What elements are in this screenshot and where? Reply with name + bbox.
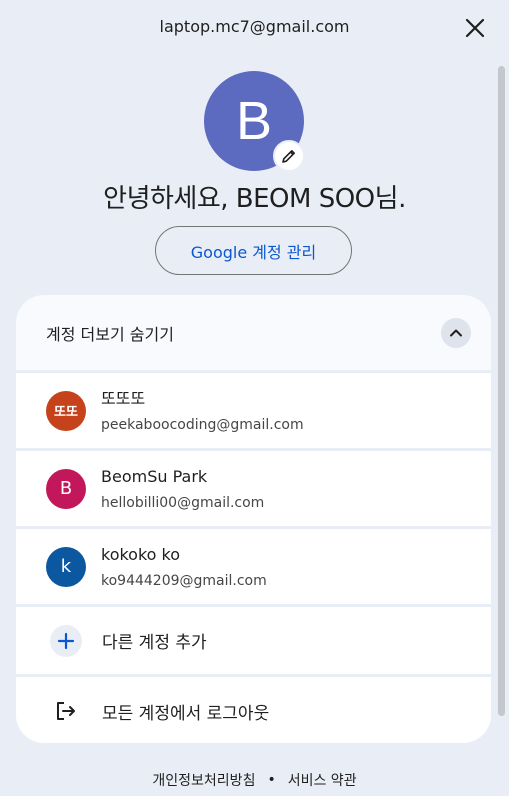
close-icon bbox=[465, 18, 485, 38]
pencil-icon bbox=[282, 150, 295, 163]
account-row[interactable]: B BeomSu Park hellobilli00@gmail.com bbox=[16, 451, 491, 526]
privacy-policy-link[interactable]: 개인정보처리방침 bbox=[152, 770, 255, 790]
scrollbar[interactable] bbox=[498, 66, 505, 716]
edit-photo-button[interactable] bbox=[273, 140, 305, 172]
sign-out-all-button[interactable]: 모든 계정에서 로그아웃 bbox=[16, 677, 491, 743]
account-email: laptop.mc7@gmail.com bbox=[159, 17, 350, 36]
close-button[interactable] bbox=[461, 14, 489, 42]
terms-link[interactable]: 서비스 약관 bbox=[288, 770, 357, 790]
footer: 개인정보처리방침 • 서비스 약관 bbox=[0, 770, 509, 790]
footer-separator: • bbox=[267, 772, 276, 788]
accounts-panel: 계정 더보기 숨기기 또또 또또또 peekaboocoding@gmail.c… bbox=[16, 295, 491, 743]
accounts-toggle[interactable]: 계정 더보기 숨기기 bbox=[16, 295, 491, 370]
add-account-button[interactable]: 다른 계정 추가 bbox=[16, 607, 491, 674]
accounts-toggle-label: 계정 더보기 숨기기 bbox=[46, 324, 174, 344]
add-icon-wrap bbox=[50, 624, 82, 657]
sign-out-label: 모든 계정에서 로그아웃 bbox=[102, 703, 270, 724]
account-email: hellobilli00@gmail.com bbox=[101, 494, 265, 511]
account-avatar: k bbox=[46, 546, 86, 587]
logout-icon-wrap bbox=[50, 695, 82, 727]
account-row[interactable]: 또또 또또또 peekaboocoding@gmail.com bbox=[16, 373, 491, 448]
logout-icon bbox=[57, 702, 75, 720]
plus-icon bbox=[57, 632, 75, 649]
manage-account-button[interactable]: Google 계정 관리 bbox=[155, 226, 352, 275]
account-email: peekaboocoding@gmail.com bbox=[101, 416, 304, 433]
add-account-label: 다른 계정 추가 bbox=[102, 633, 207, 653]
account-email: ko9444209@gmail.com bbox=[101, 572, 267, 589]
chevron-up-icon bbox=[450, 329, 462, 336]
greeting: 안녕하세요, BEOM SOO님. bbox=[103, 184, 406, 214]
collapse-button[interactable] bbox=[441, 317, 471, 348]
account-avatar: B bbox=[46, 468, 86, 509]
account-name: 또또또 bbox=[101, 388, 146, 408]
account-avatar: 또또 bbox=[46, 390, 86, 431]
account-row[interactable]: k kokoko ko ko9444209@gmail.com bbox=[16, 529, 491, 604]
account-name: kokoko ko bbox=[101, 544, 181, 564]
account-name: BeomSu Park bbox=[101, 466, 208, 486]
